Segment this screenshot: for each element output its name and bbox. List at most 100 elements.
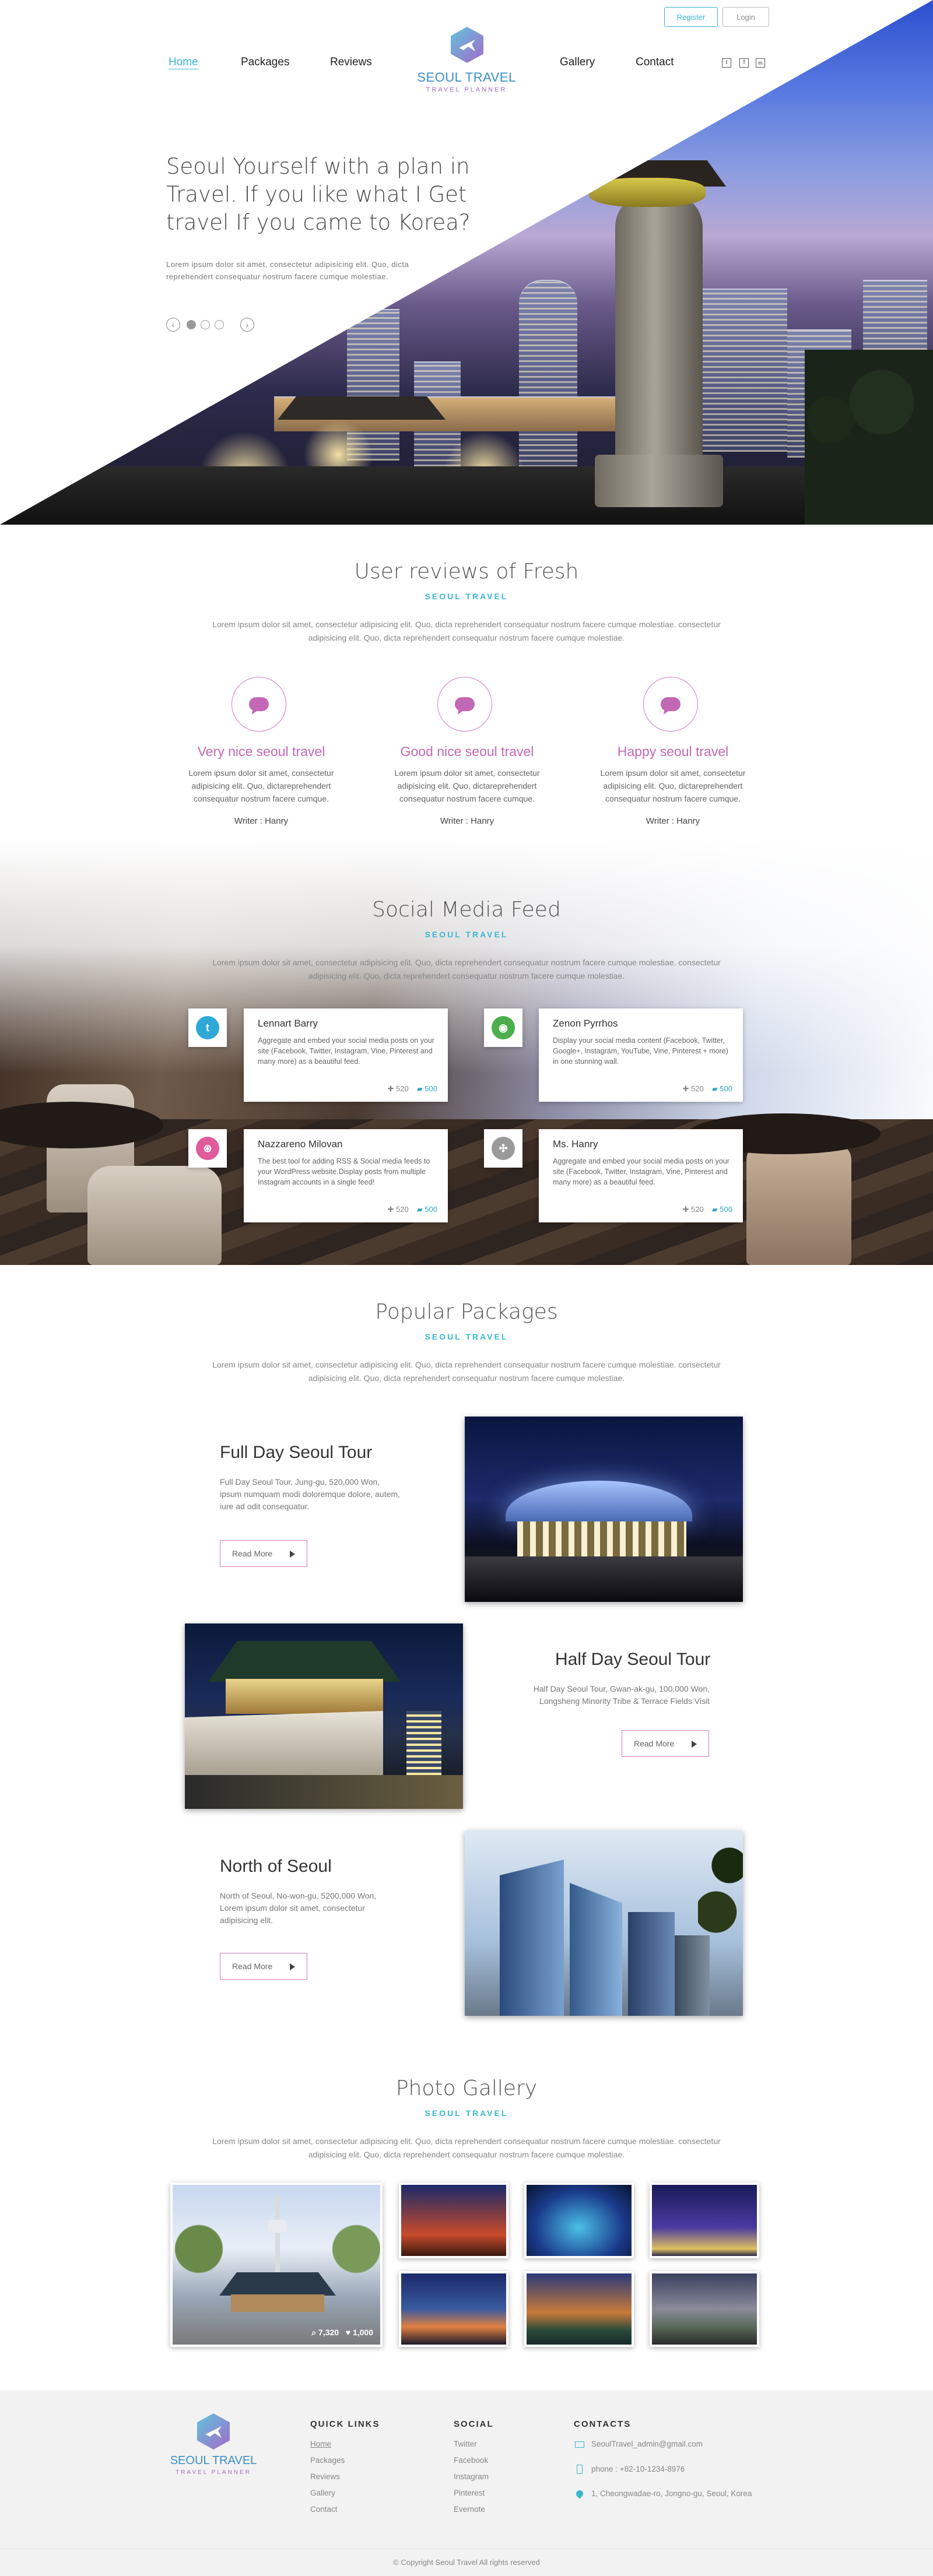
- contact-phone: phone : +82-10-1234-8976: [591, 2465, 685, 2473]
- footer-link-instagram[interactable]: Instagram: [454, 2472, 489, 2481]
- package-text: North of Seoul, No-won-gu, 5200,000 Won,…: [220, 1891, 377, 1925]
- slider-dot[interactable]: [215, 320, 224, 329]
- logo-title: SEOUL TRAVEL: [417, 70, 516, 85]
- package-title: Full Day Seoul Tour: [220, 1443, 373, 1462]
- slider-dot[interactable]: [187, 320, 196, 329]
- contact-email[interactable]: SeoulTravel_admin@gmail.com: [591, 2440, 703, 2448]
- card-icon-box: ◉: [484, 1008, 522, 1047]
- card-name: Lennart Barry: [258, 1018, 318, 1029]
- likes-count: 1,000: [352, 2328, 373, 2337]
- dribbble-icon: ⊛: [196, 1137, 219, 1160]
- hero-title: Seoul Yourself with a plan in Travel. If…: [166, 154, 471, 235]
- nav-reviews[interactable]: Reviews: [330, 56, 372, 69]
- read-more-button[interactable]: Read More: [220, 1953, 307, 1980]
- footer: SEOUL TRAVEL TRAVEL PLANNER QUICK LINKS …: [0, 2390, 933, 2576]
- footer-link-packages[interactable]: Packages: [310, 2456, 345, 2465]
- copyright: © Copyright Seoul Travel All rights rese…: [393, 2558, 540, 2567]
- footer-logo-subtitle: TRAVEL PLANNER: [176, 2469, 251, 2476]
- card-name: Nazzareno Milovan: [258, 1138, 343, 1150]
- footer-link-reviews[interactable]: Reviews: [310, 2472, 340, 2481]
- footer-link-pinterest[interactable]: Pinterest: [454, 2489, 485, 2497]
- package-text: Half Day Seoul Tour, Gwan-ak-gu, 100,000…: [533, 1684, 710, 1706]
- header-logo[interactable]: SEOUL TRAVEL TRAVEL PLANNER: [408, 23, 525, 102]
- social-subtitle: SEOUL TRAVEL: [425, 930, 508, 939]
- card-meta: ✚ 520 ▰ 500: [682, 1084, 732, 1093]
- nav-home[interactable]: Home: [169, 56, 198, 69]
- review-text: Lorem ipsum dolor sit amet, consectetur …: [188, 768, 334, 803]
- gallery-thumb[interactable]: [650, 2271, 759, 2347]
- gallery-thumb[interactable]: [524, 2183, 634, 2258]
- nav-contact[interactable]: Contact: [636, 56, 674, 69]
- card-text: Aggregate and embed your social media po…: [258, 1036, 434, 1066]
- gallery-thumb[interactable]: [650, 2183, 759, 2258]
- chat-icon: ◉: [492, 1016, 515, 1039]
- reviews-description: Lorem ipsum dolor sit amet, consectetur …: [212, 620, 721, 642]
- gallery-thumb[interactable]: [399, 2271, 508, 2347]
- likes-count: 520: [395, 1205, 409, 1214]
- gallery-description: Lorem ipsum dolor sit amet, consectetur …: [212, 2136, 721, 2159]
- footer-link-facebook[interactable]: Facebook: [454, 2456, 488, 2465]
- contact-address: 1, Cheongwadae-ro, Jongno-gu, Seoul, Kor…: [591, 2489, 752, 2498]
- package-image[interactable]: [185, 1623, 463, 1809]
- footer-logo-title: SEOUL TRAVEL: [170, 2454, 257, 2467]
- footer-link-gallery[interactable]: Gallery: [310, 2489, 335, 2497]
- review-chat-icon: [232, 677, 286, 732]
- review-text: Lorem ipsum dolor sit amet, consectetur …: [394, 768, 540, 803]
- heart-icon: ♥: [345, 2328, 351, 2337]
- hero-section: Home Packages Reviews Gallery Contact SE…: [0, 0, 933, 525]
- card-text: Display your social media content (Faceb…: [553, 1036, 728, 1066]
- footer-link-twitter[interactable]: Twitter: [454, 2440, 477, 2448]
- package-image[interactable]: [465, 1417, 743, 1602]
- hero-text: Lorem ipsum dolor sit amet, consectetur …: [166, 260, 409, 281]
- social-card[interactable]: Zenon Pyrrhos Display your social media …: [539, 1008, 743, 1102]
- review-chat-icon: [643, 677, 698, 732]
- card-icon-box: ✣: [484, 1129, 522, 1168]
- facebook-icon[interactable]: f: [739, 58, 749, 68]
- card-meta: ✚ 520 ▰ 500: [682, 1205, 732, 1214]
- likes-count: 520: [690, 1084, 704, 1093]
- review-text: Lorem ipsum dolor sit amet, consectetur …: [600, 768, 746, 803]
- read-more-button[interactable]: Read More: [622, 1730, 709, 1757]
- nav-packages[interactable]: Packages: [241, 56, 289, 69]
- likes-count: 520: [395, 1084, 409, 1093]
- gallery-thumb[interactable]: [399, 2183, 508, 2258]
- register-button[interactable]: Register: [664, 7, 718, 27]
- slider-prev-button[interactable]: ‹: [166, 318, 180, 332]
- slider-next-button[interactable]: ›: [240, 318, 254, 332]
- package-title: North of Seoul: [220, 1857, 332, 1876]
- package-image[interactable]: [465, 1830, 743, 2016]
- social-card[interactable]: Ms. Hanry Aggregate and embed your socia…: [539, 1129, 743, 1222]
- slider-dot[interactable]: [201, 320, 210, 329]
- read-more-button[interactable]: Read More: [220, 1540, 307, 1567]
- twitter-icon[interactable]: t: [722, 58, 731, 68]
- gallery-stats: ⌕ 7,320 ♥ 1,000: [311, 2328, 373, 2338]
- card-name: Ms. Hanry: [553, 1138, 598, 1150]
- footer-logo[interactable]: SEOUL TRAVEL TRAVEL PLANNER: [155, 2413, 272, 2477]
- gallery-featured-image[interactable]: ⌕ 7,320 ♥ 1,000: [170, 2183, 383, 2347]
- package-text: Full Day Seoul Tour, Jung-gu, 520,000 Wo…: [220, 1477, 400, 1511]
- footer-link-contact[interactable]: Contact: [310, 2505, 338, 2514]
- gallery-thumb[interactable]: [524, 2271, 634, 2347]
- gallery-subtitle: SEOUL TRAVEL: [425, 2108, 508, 2118]
- footer-link-evernote[interactable]: Evernote: [454, 2505, 485, 2514]
- review-chat-icon: [437, 677, 492, 732]
- comments-count: 500: [425, 1205, 437, 1214]
- social-title: Social Media Feed: [372, 898, 561, 922]
- packages-description: Lorem ipsum dolor sit amet, consectetur …: [212, 1360, 721, 1383]
- card-icon-box: ⊛: [188, 1129, 227, 1168]
- packages-subtitle: SEOUL TRAVEL: [425, 1332, 508, 1341]
- nav-gallery[interactable]: Gallery: [560, 56, 595, 69]
- social-feed-section: Social Media Feed SEOUL TRAVEL Lorem ips…: [0, 839, 933, 1265]
- comments-count: 500: [425, 1084, 437, 1093]
- contacts-title: CONTACTS: [574, 2419, 632, 2429]
- linkedin-icon[interactable]: in: [756, 58, 765, 68]
- pinwheel-icon: ✣: [492, 1137, 515, 1160]
- social-card[interactable]: Lennart Barry Aggregate and embed your s…: [244, 1008, 448, 1102]
- review-title: Good nice seoul travel: [400, 744, 534, 759]
- footer-link-home[interactable]: Home: [310, 2440, 331, 2448]
- social-card[interactable]: Nazzareno Milovan The best tool for addi…: [244, 1129, 448, 1222]
- logo-subtitle: TRAVEL PLANNER: [426, 86, 507, 93]
- location-icon: [574, 2489, 585, 2499]
- views-count: 7,320: [318, 2328, 339, 2337]
- login-button[interactable]: Login: [722, 7, 769, 27]
